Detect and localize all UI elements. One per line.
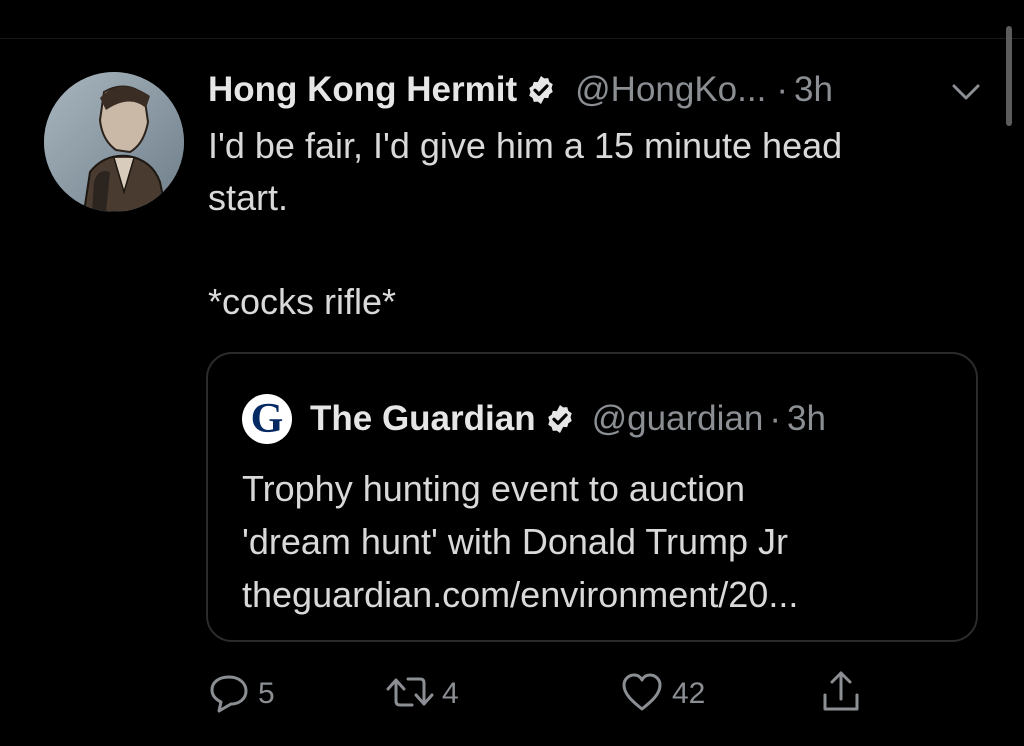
reply-button[interactable]: 5 [206, 664, 275, 724]
like-count: 42 [672, 677, 706, 710]
share-button[interactable] [818, 664, 864, 724]
heart-icon [618, 669, 666, 720]
tweet-text: I'd be fair, I'd give him a 15 minute he… [208, 125, 843, 322]
reply-icon [206, 669, 252, 720]
quoted-tweet-line: 'dream hunt' with Donald Trump Jr [242, 521, 788, 562]
reply-count: 5 [258, 677, 275, 710]
like-button[interactable]: 42 [618, 664, 705, 724]
quoted-tweet-line: Trophy hunting event to auction [242, 468, 745, 509]
retweet-button[interactable]: 4 [384, 664, 459, 724]
retweet-count: 4 [442, 677, 459, 710]
tweet-header: Hong Kong Hermit @HongKo... · 3h [208, 66, 833, 114]
quoted-author-display-name: The Guardian [310, 399, 536, 438]
verified-badge-icon [525, 74, 557, 106]
separator-dot: · [776, 70, 788, 109]
guardian-logo-icon: G [242, 394, 292, 444]
avatar-image [44, 72, 184, 212]
tweet-timestamp[interactable]: 3h [794, 70, 833, 110]
scrollbar[interactable] [1006, 26, 1012, 126]
quoted-tweet-timestamp: 3h [787, 399, 826, 438]
tweet-actions: 5 4 42 [0, 664, 1024, 724]
retweet-icon [384, 669, 436, 720]
verified-badge-icon [544, 403, 576, 435]
quoted-tweet-text: Trophy hunting event to auction 'dream h… [242, 462, 952, 621]
share-icon [818, 667, 864, 722]
chevron-down-icon[interactable] [948, 80, 984, 104]
author-display-name[interactable]: Hong Kong Hermit [208, 70, 517, 110]
quoted-tweet-header: G The Guardian @guardian · 3h [242, 394, 826, 444]
quoted-author-handle: @guardian [591, 399, 764, 438]
separator-dot: · [769, 399, 782, 438]
quoted-tweet-link: theguardian.com/environment/20... [242, 574, 799, 615]
divider [0, 38, 1024, 39]
tweet-screen: Hong Kong Hermit @HongKo... · 3h I'd be … [0, 0, 1024, 746]
avatar[interactable] [44, 72, 184, 212]
author-handle[interactable]: @HongKo... [575, 70, 766, 110]
quoted-tweet-card[interactable]: G The Guardian @guardian · 3h Trophy hun… [206, 352, 978, 642]
